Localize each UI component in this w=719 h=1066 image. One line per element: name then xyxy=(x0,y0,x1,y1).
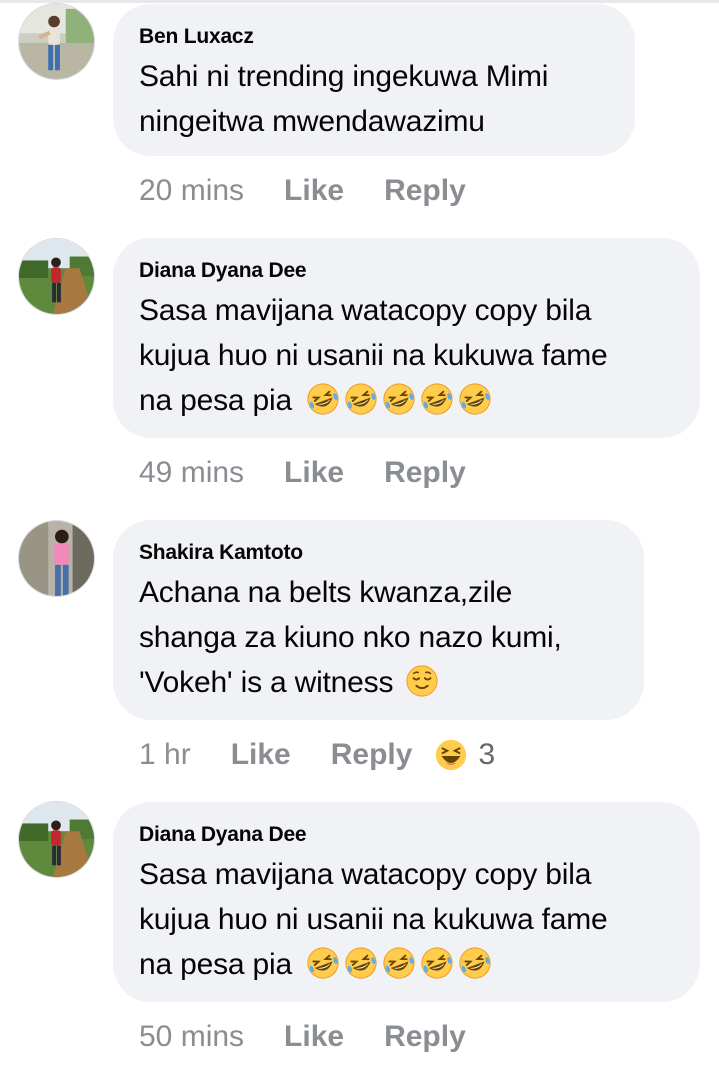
person-on-road-avatar xyxy=(19,802,94,877)
comment-meta: 1 hr Like Reply 3 xyxy=(139,735,495,775)
rolling-laughing-emoji xyxy=(344,946,378,980)
comment-text-line: shanga za kiuno nko nazo kumi, xyxy=(139,621,562,654)
comment-text-line: Sahi ni trending ingekuwa Mimi xyxy=(139,60,549,93)
comment-timestamp[interactable]: 49 mins xyxy=(139,456,244,490)
avatar[interactable] xyxy=(18,801,95,878)
comment-text-line: Achana na belts kwanza,zile xyxy=(139,576,513,609)
reply-button[interactable]: Reply xyxy=(331,738,413,772)
comment-meta: 20 mins Like Reply xyxy=(139,171,506,211)
comment-timestamp[interactable]: 20 mins xyxy=(139,174,244,208)
comment-text-line: 'Vokeh' is a witness xyxy=(139,660,616,705)
avatar[interactable] xyxy=(18,238,95,315)
rolling-laughing-emoji xyxy=(420,946,454,980)
comment-author[interactable]: Ben Luxacz xyxy=(139,24,607,50)
comment-text-line: kujua huo ni usanii na kukuwa fame xyxy=(139,339,608,372)
person-in-pink-avatar xyxy=(19,521,94,596)
comment-meta: 50 mins Like Reply xyxy=(139,1017,506,1057)
rolling-laughing-emoji xyxy=(306,946,340,980)
rolling-laughing-emoji xyxy=(382,382,416,416)
reply-button[interactable]: Reply xyxy=(384,174,466,208)
comment-author[interactable]: Diana Dyana Dee xyxy=(139,258,672,284)
reply-button[interactable]: Reply xyxy=(384,1020,466,1054)
relieved-face-emoji xyxy=(405,664,439,698)
avatar[interactable] xyxy=(18,3,95,80)
comment-meta: 49 mins Like Reply xyxy=(139,453,506,493)
comment-text-segment: na pesa pia xyxy=(139,948,292,981)
comment-bubble: Diana Dyana Dee Sasa mavijana watacopy c… xyxy=(113,238,700,438)
rolling-laughing-emoji xyxy=(344,382,378,416)
comment-text-segment: 'Vokeh' is a witness xyxy=(139,666,394,699)
comment-text-line: kujua huo ni usanii na kukuwa fame xyxy=(139,903,608,936)
comment-bubble: Shakira Kamtoto Achana na belts kwanza,z… xyxy=(113,520,644,720)
comment-text-line: na pesa pia xyxy=(139,378,672,423)
comment-timestamp[interactable]: 50 mins xyxy=(139,1020,244,1054)
comment-bubble: Diana Dyana Dee Sasa mavijana watacopy c… xyxy=(113,802,700,1002)
comment-text-line: Sasa mavijana watacopy copy bila xyxy=(139,294,592,327)
top-divider xyxy=(0,0,719,3)
like-button[interactable]: Like xyxy=(284,456,344,490)
comment-timestamp[interactable]: 1 hr xyxy=(139,738,191,772)
rolling-laughing-emoji xyxy=(306,382,340,416)
haha-reaction-icon[interactable] xyxy=(434,738,468,772)
person-on-wall-avatar xyxy=(19,4,94,79)
like-button[interactable]: Like xyxy=(284,1020,344,1054)
like-button[interactable]: Like xyxy=(231,738,291,772)
reaction-count[interactable]: 3 xyxy=(478,738,495,772)
comment-bubble: Ben Luxacz Sahi ni trending ingekuwa Mim… xyxy=(113,4,635,156)
person-on-road-avatar xyxy=(19,239,94,314)
comment-author[interactable]: Shakira Kamtoto xyxy=(139,540,616,566)
reply-button[interactable]: Reply xyxy=(384,456,466,490)
comment-text-segment: na pesa pia xyxy=(139,384,292,417)
comment-author[interactable]: Diana Dyana Dee xyxy=(139,822,672,848)
rolling-laughing-emoji xyxy=(458,946,492,980)
avatar[interactable] xyxy=(18,520,95,597)
comment-text-line: Sasa mavijana watacopy copy bila xyxy=(139,858,592,891)
comment-text-line: ningeitwa mwendawazimu xyxy=(139,105,485,138)
like-button[interactable]: Like xyxy=(284,174,344,208)
comment-text-line: na pesa pia xyxy=(139,942,672,987)
rolling-laughing-emoji xyxy=(382,946,416,980)
rolling-laughing-emoji xyxy=(458,382,492,416)
rolling-laughing-emoji xyxy=(420,382,454,416)
